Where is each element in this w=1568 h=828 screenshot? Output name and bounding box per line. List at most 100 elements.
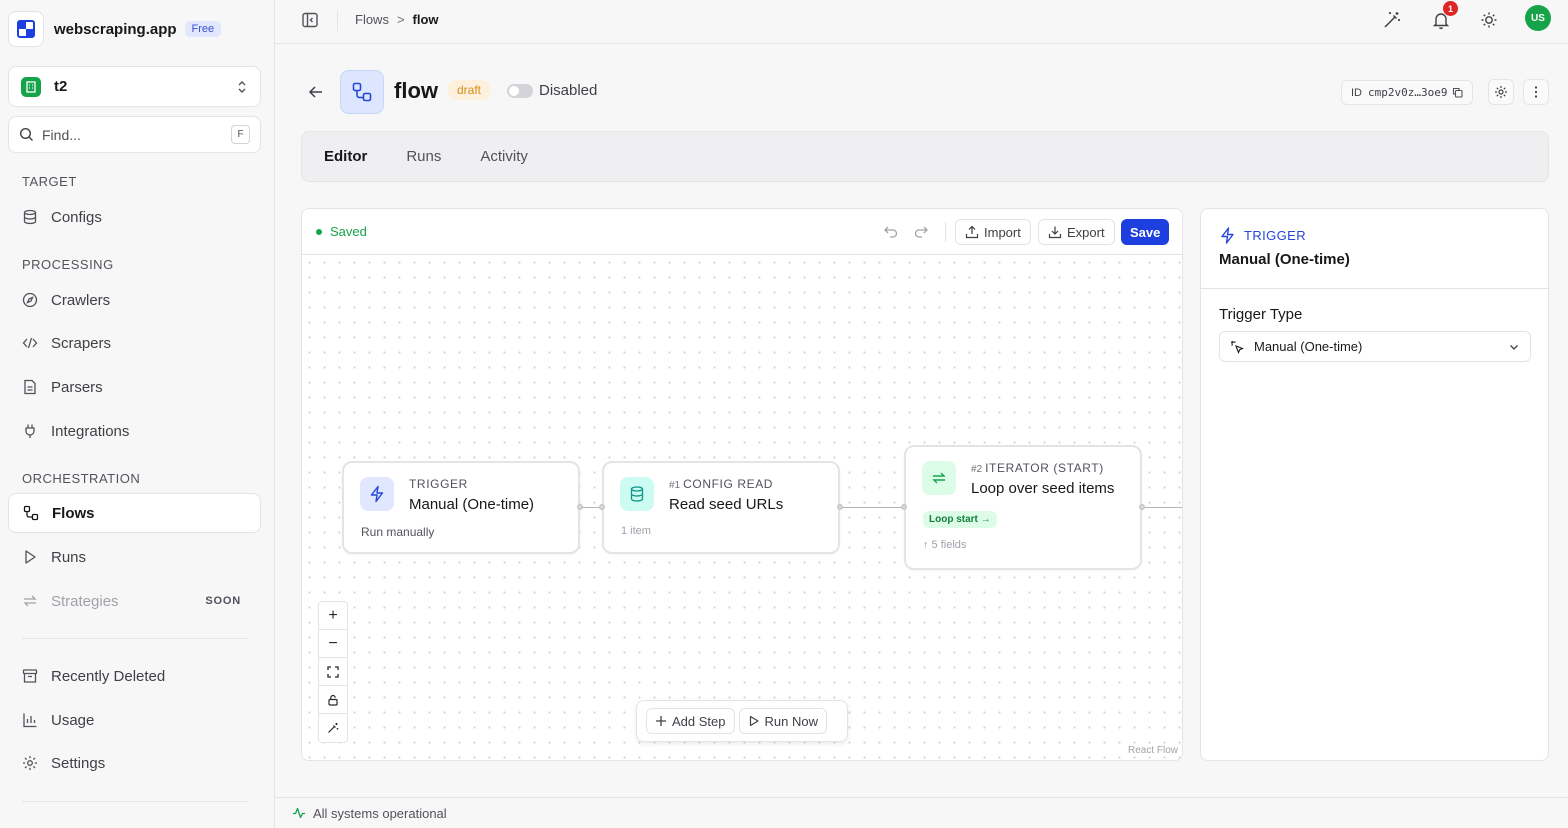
node-handle[interactable] bbox=[577, 504, 583, 510]
loop-start-badge: Loop start → bbox=[923, 511, 997, 528]
tab-runs[interactable]: Runs bbox=[406, 148, 441, 165]
breadcrumb-flows[interactable]: Flows bbox=[355, 12, 389, 27]
activity-icon bbox=[292, 806, 306, 820]
save-button[interactable]: Save bbox=[1121, 219, 1170, 245]
flow-canvas[interactable]: TRIGGER Manual (One-time) Run manually #… bbox=[302, 255, 1182, 760]
building-icon bbox=[21, 76, 41, 97]
sidebar-divider bbox=[22, 801, 248, 802]
sidebar-item-settings[interactable]: Settings bbox=[8, 743, 261, 783]
flow-settings-button[interactable] bbox=[1488, 79, 1514, 105]
tab-bar: Editor Runs Activity bbox=[301, 131, 1549, 182]
brand[interactable]: webscraping.app Free bbox=[8, 11, 222, 47]
sidebar-item-label: Usage bbox=[51, 711, 95, 729]
brand-logo-icon bbox=[8, 11, 44, 47]
sidebar-item-label: Integrations bbox=[51, 422, 130, 440]
breadcrumb-current: flow bbox=[412, 12, 439, 27]
edge[interactable] bbox=[840, 507, 904, 508]
sidebar-item-integrations[interactable]: Integrations bbox=[8, 411, 261, 451]
sidebar-item-flows[interactable]: Flows bbox=[8, 493, 261, 533]
sidebar-item-crawlers[interactable]: Crawlers bbox=[8, 280, 261, 320]
tab-editor[interactable]: Editor bbox=[324, 148, 367, 165]
zoom-out-button[interactable]: − bbox=[319, 630, 347, 658]
sidebar-item-label: Flows bbox=[52, 504, 95, 522]
zoom-in-button[interactable]: + bbox=[319, 602, 347, 630]
plus-icon bbox=[655, 715, 667, 727]
edge[interactable] bbox=[1142, 507, 1182, 508]
sun-icon[interactable] bbox=[1479, 10, 1499, 30]
file-text-icon bbox=[22, 379, 38, 395]
react-flow-attribution[interactable]: React Flow bbox=[1128, 745, 1178, 756]
auto-layout-button[interactable] bbox=[319, 714, 347, 742]
import-button[interactable]: Import bbox=[955, 219, 1031, 245]
sidebar-toggle-icon[interactable] bbox=[301, 11, 319, 29]
trigger-node[interactable]: TRIGGER Manual (One-time) Run manually bbox=[342, 461, 580, 554]
undo-icon[interactable] bbox=[883, 223, 899, 239]
bar-chart-icon bbox=[22, 712, 38, 728]
config-read-node[interactable]: #1 CONFIG READ Read seed URLs 1 item bbox=[602, 461, 840, 554]
node-handle[interactable] bbox=[1139, 504, 1145, 510]
sidebar-item-runs[interactable]: Runs bbox=[8, 537, 261, 577]
save-status: Saved bbox=[316, 224, 367, 239]
node-meta: ↑ 5 fields bbox=[923, 539, 967, 551]
back-arrow-icon[interactable] bbox=[306, 82, 326, 102]
save-status-text: Saved bbox=[330, 224, 367, 239]
trigger-type-label: Trigger Type bbox=[1219, 306, 1303, 323]
sidebar-item-label: Runs bbox=[51, 548, 87, 566]
flow-editor: Saved Import Export Save TRIGGER Manual … bbox=[301, 208, 1183, 761]
sidebar-divider bbox=[22, 638, 248, 639]
archive-icon bbox=[22, 668, 38, 684]
gear-icon bbox=[1494, 85, 1508, 99]
sidebar-item-usage[interactable]: Usage bbox=[8, 700, 261, 740]
panel-title: Manual (One-time) bbox=[1219, 251, 1350, 268]
compass-icon bbox=[22, 292, 38, 308]
trigger-type-value: Manual (One-time) bbox=[1254, 339, 1363, 354]
magic-wand-icon[interactable] bbox=[1382, 10, 1402, 30]
cursor-click-icon bbox=[1230, 340, 1244, 354]
trigger-type-select[interactable]: Manual (One-time) bbox=[1219, 331, 1531, 362]
lock-button[interactable] bbox=[319, 686, 347, 714]
database-icon bbox=[620, 477, 654, 511]
iterator-node[interactable]: #2 ITERATOR (START) Loop over seed items … bbox=[904, 445, 1142, 570]
section-label-processing: PROCESSING bbox=[22, 257, 114, 272]
redo-icon[interactable] bbox=[913, 223, 929, 239]
run-now-button[interactable]: Run Now bbox=[738, 708, 827, 734]
avatar[interactable]: US bbox=[1525, 5, 1551, 31]
expand-icon bbox=[327, 665, 339, 678]
sidebar-item-label: Crawlers bbox=[51, 291, 111, 309]
node-handle[interactable] bbox=[599, 504, 605, 510]
add-step-button[interactable]: Add Step bbox=[646, 708, 735, 734]
tab-activity[interactable]: Activity bbox=[480, 148, 528, 165]
section-label-orchestration: ORCHESTRATION bbox=[22, 471, 141, 486]
export-label: Export bbox=[1067, 224, 1105, 240]
sidebar-item-label: Configs bbox=[51, 208, 102, 226]
sidebar-item-configs[interactable]: Configs bbox=[8, 197, 261, 237]
sidebar-item-recently-deleted[interactable]: Recently Deleted bbox=[8, 656, 261, 696]
sidebar-item-label: Parsers bbox=[51, 378, 103, 396]
id-chip[interactable]: ID cmp2v0z…3oe9 bbox=[1341, 80, 1474, 105]
node-handle[interactable] bbox=[901, 504, 907, 510]
workflow-icon bbox=[340, 70, 384, 114]
play-icon bbox=[748, 715, 760, 727]
sidebar-item-label: Strategies bbox=[51, 592, 119, 610]
node-kind: #2 ITERATOR (START) bbox=[971, 461, 1104, 475]
id-value: cmp2v0z…3oe9 bbox=[1368, 86, 1448, 99]
node-kind-label: CONFIG READ bbox=[683, 477, 774, 491]
status-bar[interactable]: All systems operational bbox=[275, 797, 1568, 828]
magic-wand-icon bbox=[327, 722, 339, 734]
panel-kind: TRIGGER bbox=[1219, 227, 1306, 244]
export-button[interactable]: Export bbox=[1038, 219, 1115, 245]
notification-count-badge: 1 bbox=[1443, 1, 1458, 16]
workspace-switcher[interactable]: t2 bbox=[8, 66, 261, 107]
enabled-toggle[interactable] bbox=[507, 84, 533, 98]
workspace-name: t2 bbox=[54, 78, 68, 95]
fit-view-button[interactable] bbox=[319, 658, 347, 686]
node-kind-label: ITERATOR (START) bbox=[985, 461, 1104, 475]
system-status-text: All systems operational bbox=[313, 805, 447, 821]
sidebar-item-parsers[interactable]: Parsers bbox=[8, 367, 261, 407]
sidebar-item-scrapers[interactable]: Scrapers bbox=[8, 323, 261, 363]
more-options-button[interactable] bbox=[1523, 79, 1549, 105]
node-handle[interactable] bbox=[837, 504, 843, 510]
search-input[interactable]: Find... F bbox=[8, 116, 261, 153]
node-number: #2 bbox=[971, 464, 983, 475]
copy-icon[interactable] bbox=[1452, 87, 1464, 98]
